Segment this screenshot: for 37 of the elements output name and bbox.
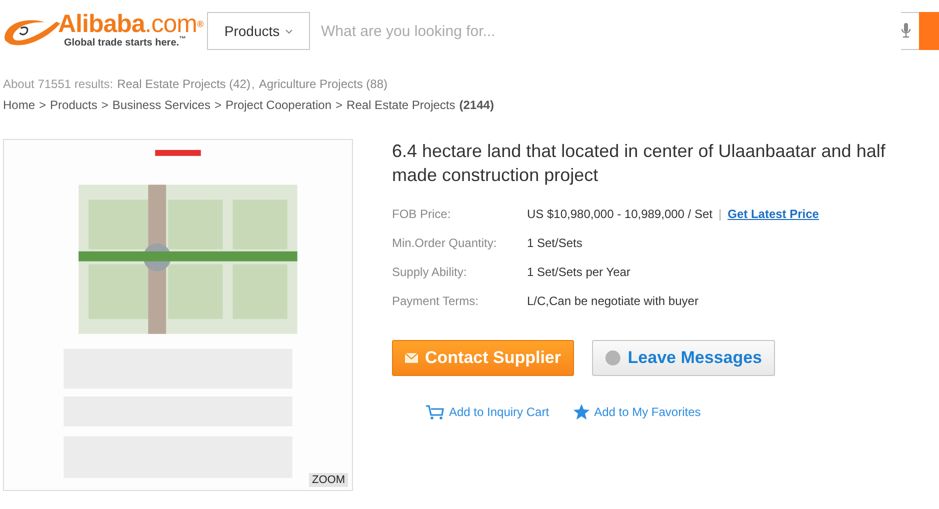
cart-icon — [425, 404, 445, 420]
breadcrumb-link[interactable]: Project Cooperation — [225, 98, 332, 112]
spec-label: Min.Order Quantity: — [392, 236, 498, 250]
category-link[interactable]: Agriculture Projects (88) — [258, 77, 388, 91]
chevron-icon — [284, 28, 293, 34]
breadcrumb-link[interactable]: Real Estate Projects — [346, 98, 456, 112]
microphone-icon[interactable] — [901, 23, 911, 39]
spec-label: Payment Terms: — [392, 294, 480, 308]
breadcrumb-link[interactable]: Products — [50, 98, 98, 112]
category-dropdown[interactable]: Products — [207, 12, 310, 50]
spec-value: 1 Set/Sets per Year — [527, 265, 630, 279]
category-link[interactable]: Real Estate Projects (42) — [117, 77, 250, 91]
star-icon — [573, 404, 590, 420]
divider: | — [718, 207, 722, 221]
message-button[interactable]: Leave Messages — [592, 340, 775, 376]
breadcrumb-link[interactable]: Home — [3, 98, 36, 112]
breadcrumb-separator: > — [336, 98, 343, 112]
favorites-link[interactable]: Add to My Favorites — [573, 404, 701, 420]
spec-value: US $10,980,000 - 10,989,000 / Set — [527, 207, 712, 221]
envelope-icon — [405, 352, 418, 364]
logo-tagline: Global trade starts here.$^{™}$ — [63, 36, 188, 48]
separator: , — [251, 77, 255, 91]
logo-wordmark[interactable]: Alibaba.com$^{®}$ — [58, 12, 204, 36]
price-link[interactable]: Get Latest Price — [728, 207, 819, 221]
spec-label: FOB Price: — [392, 207, 452, 221]
breadcrumb-separator: > — [214, 98, 222, 112]
breadcrumb-count: (2144) — [459, 98, 494, 112]
breadcrumb-separator: > — [101, 98, 108, 112]
spec-label: Supply Ability: — [392, 265, 468, 279]
breadcrumb-separator: > — [39, 98, 46, 112]
spec-value: 1 Set/Sets — [527, 236, 582, 250]
results-summary: About 71551 results: — [3, 77, 114, 91]
inquiry-cart-link[interactable]: Add to Inquiry Cart — [425, 404, 550, 420]
zoom-button[interactable]: ZOOM — [309, 473, 348, 487]
breadcrumb-link[interactable]: Business Services — [112, 98, 210, 112]
spec-value: L/C,Can be negotiate with buyer — [527, 294, 698, 308]
product-title: 6.4 hectare land that located in center of Ulaanbaatar and half made construction project — [392, 140, 886, 187]
